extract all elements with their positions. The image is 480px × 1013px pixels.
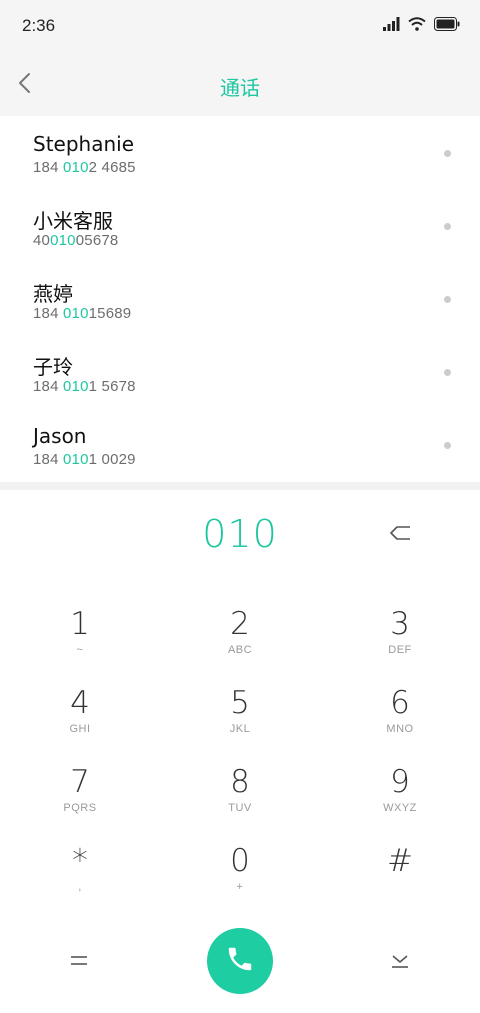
call-button[interactable] (207, 928, 273, 994)
contact-item[interactable]: Jason 184 0101 0029 (0, 408, 480, 481)
key-digit: 9 (390, 764, 410, 800)
contact-number: 4001005678 (33, 232, 118, 249)
key-digit: 1 (70, 606, 90, 642)
contact-name: 小米客服 (33, 209, 113, 233)
contact-number: 184 0101 5678 (33, 378, 136, 395)
divider (0, 482, 480, 490)
top-area: 2:36 通话 (0, 0, 480, 116)
key-0[interactable]: 0 + (180, 843, 300, 913)
title-bar: 通话 (0, 52, 480, 116)
key-letters: ~ (76, 644, 84, 656)
number-match: 010 (63, 378, 89, 395)
signal-icon (383, 16, 400, 36)
key-digit: 6 (390, 685, 410, 721)
dialpad: 010 1 ~ 2 ABC 3 DEF 4 GHI 5 JKL 6 MNO 7 … (0, 490, 480, 1013)
number-suffix: 2 4685 (88, 159, 136, 176)
page-title: 通话 (220, 76, 260, 100)
key-7[interactable]: 7 PQRS (20, 764, 140, 834)
number-prefix: 184 (33, 378, 63, 395)
contact-item[interactable]: 燕婷 184 01015689 (0, 262, 480, 335)
key-hash[interactable]: # (340, 843, 460, 913)
wifi-icon (408, 16, 426, 36)
contact-item[interactable]: 小米客服 4001005678 (0, 189, 480, 262)
backspace-icon[interactable] (386, 520, 416, 546)
more-dot-icon[interactable] (444, 296, 451, 303)
key-star[interactable]: * , (20, 843, 140, 913)
key-digit: 4 (70, 685, 90, 721)
contact-name: Jason (33, 424, 87, 448)
number-match: 010 (63, 305, 89, 322)
key-digit: 3 (390, 606, 410, 642)
contact-number: 184 01015689 (33, 305, 131, 322)
contact-name: 燕婷 (33, 282, 73, 306)
key-letters: TUV (228, 802, 252, 814)
number-prefix: 184 (33, 451, 63, 468)
number-suffix: 05678 (75, 232, 119, 249)
contact-name: Stephanie (33, 132, 135, 156)
key-digit: * (72, 843, 88, 879)
key-2[interactable]: 2 ABC (180, 606, 300, 676)
contact-item[interactable]: 子玲 184 0101 5678 (0, 335, 480, 408)
number-suffix: 15689 (88, 305, 132, 322)
key-8[interactable]: 8 TUV (180, 764, 300, 834)
key-4[interactable]: 4 GHI (20, 685, 140, 755)
key-letters: DEF (388, 644, 412, 656)
number-suffix: 1 0029 (88, 451, 136, 468)
contact-number: 184 0101 0029 (33, 451, 136, 468)
contact-number: 184 0102 4685 (33, 159, 136, 176)
more-dot-icon[interactable] (444, 223, 451, 230)
key-letters: JKL (229, 723, 251, 735)
key-6[interactable]: 6 MNO (340, 685, 460, 755)
dialer-actions (0, 920, 480, 1000)
number-prefix: 184 (33, 305, 63, 322)
status-time: 2:36 (22, 16, 56, 35)
contact-name: 子玲 (33, 355, 73, 379)
key-9[interactable]: 9 WXYZ (340, 764, 460, 834)
key-letters: ABC (227, 644, 253, 656)
key-digit: 7 (70, 764, 90, 800)
number-match: 010 (50, 232, 76, 249)
more-dot-icon[interactable] (444, 442, 451, 449)
key-letters: MNO (386, 723, 414, 735)
number-match: 010 (63, 159, 89, 176)
number-prefix: 184 (33, 159, 63, 176)
more-dot-icon[interactable] (444, 369, 451, 376)
key-letters: GHI (69, 723, 91, 735)
key-digit: 8 (230, 764, 250, 800)
status-icons (383, 16, 460, 36)
key-letters: , (78, 881, 82, 893)
contact-suggestions: Stephanie 184 0102 4685 小米客服 4001005678 … (0, 116, 480, 480)
key-letters: + (236, 881, 244, 893)
key-digit: 5 (230, 685, 250, 721)
battery-icon (434, 16, 460, 36)
key-digit: 0 (230, 843, 250, 879)
collapse-dialpad-icon[interactable] (387, 948, 413, 974)
number-match: 010 (63, 451, 89, 468)
number-suffix: 1 5678 (88, 378, 136, 395)
number-prefix: 40 (33, 232, 51, 249)
key-3[interactable]: 3 DEF (340, 606, 460, 676)
key-1[interactable]: 1 ~ (20, 606, 140, 676)
key-digit: 2 (230, 606, 250, 642)
phone-icon (225, 944, 255, 979)
more-dot-icon[interactable] (444, 150, 451, 157)
menu-icon[interactable] (66, 948, 92, 974)
key-letters: PQRS (63, 802, 97, 814)
status-bar: 2:36 (0, 0, 480, 52)
key-5[interactable]: 5 JKL (180, 685, 300, 755)
key-letters: WXYZ (383, 802, 417, 814)
key-digit: # (387, 843, 413, 879)
contact-item[interactable]: Stephanie 184 0102 4685 (0, 116, 480, 189)
